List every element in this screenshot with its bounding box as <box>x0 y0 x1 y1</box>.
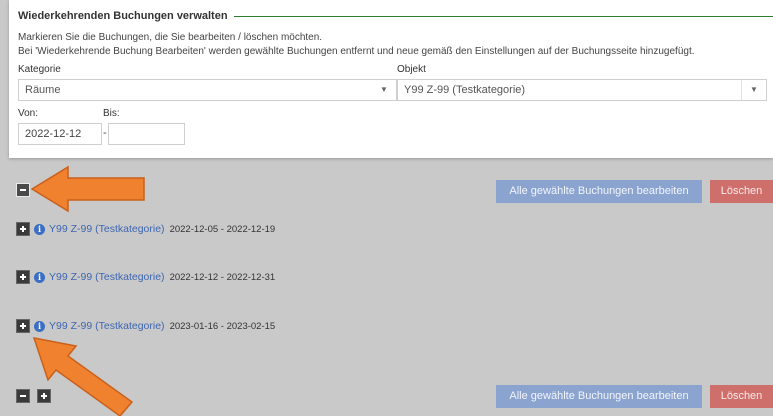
caret-down-icon: ▼ <box>741 80 766 100</box>
info-text-1: Markieren Sie die Buchungen, die Sie bea… <box>18 32 323 43</box>
orange-arrow-annotation-top <box>30 165 145 213</box>
booking-row: i Y99 Z-99 (Testkategorie) 2022-12-12 - … <box>16 269 275 285</box>
booking-link[interactable]: Y99 Z-99 (Testkategorie) <box>49 223 165 235</box>
caret-down-icon: ▼ <box>380 85 388 94</box>
booking-dates: 2023-01-16 - 2023-02-15 <box>169 320 276 332</box>
recurring-bookings-panel: Wiederkehrenden Buchungen verwalten Mark… <box>9 0 773 158</box>
kategorie-value: Räume <box>25 84 61 96</box>
von-label: Von: <box>18 108 39 119</box>
booking-link[interactable]: Y99 Z-99 (Testkategorie) <box>49 271 165 283</box>
orange-arrow-annotation-bottom <box>32 337 134 416</box>
kategorie-label: Kategorie <box>18 64 61 75</box>
panel-title: Wiederkehrenden Buchungen verwalten <box>18 10 228 22</box>
title-divider <box>233 15 773 17</box>
info-icon[interactable]: i <box>34 320 45 332</box>
panel-header: Wiederkehrenden Buchungen verwalten <box>18 8 773 24</box>
expand-row-button[interactable] <box>16 270 30 284</box>
expand-row-button[interactable] <box>16 319 30 333</box>
bis-date-input[interactable] <box>108 123 185 145</box>
date-range-separator: - <box>103 127 107 139</box>
info-text-2: Bei 'Wiederkehrende Buchung Bearbeiten' … <box>18 46 695 57</box>
info-icon[interactable]: i <box>34 271 45 283</box>
info-icon[interactable]: i <box>34 223 45 235</box>
objekt-value: Y99 Z-99 (Testkategorie) <box>404 84 526 96</box>
booking-dates: 2022-12-12 - 2022-12-31 <box>169 271 276 283</box>
objekt-label: Objekt <box>397 64 426 75</box>
edit-selected-button-top[interactable]: Alle gewählte Buchungen bearbeiten <box>496 180 702 203</box>
delete-button-top[interactable]: Löschen <box>710 180 773 203</box>
booking-dates: 2022-12-05 - 2022-12-19 <box>169 223 276 235</box>
booking-link[interactable]: Y99 Z-99 (Testkategorie) <box>49 320 165 332</box>
kategorie-select[interactable]: Räume ▼ <box>18 79 397 101</box>
von-date-input[interactable]: 2022-12-12 <box>18 123 102 145</box>
expand-row-button[interactable] <box>16 222 30 236</box>
booking-row: i Y99 Z-99 (Testkategorie) 2022-12-05 - … <box>16 221 275 237</box>
objekt-select[interactable]: Y99 Z-99 (Testkategorie) ▼ <box>397 79 767 101</box>
delete-button-bottom[interactable]: Löschen <box>710 385 773 408</box>
bis-label: Bis: <box>103 108 120 119</box>
edit-selected-button-bottom[interactable]: Alle gewählte Buchungen bearbeiten <box>496 385 702 408</box>
